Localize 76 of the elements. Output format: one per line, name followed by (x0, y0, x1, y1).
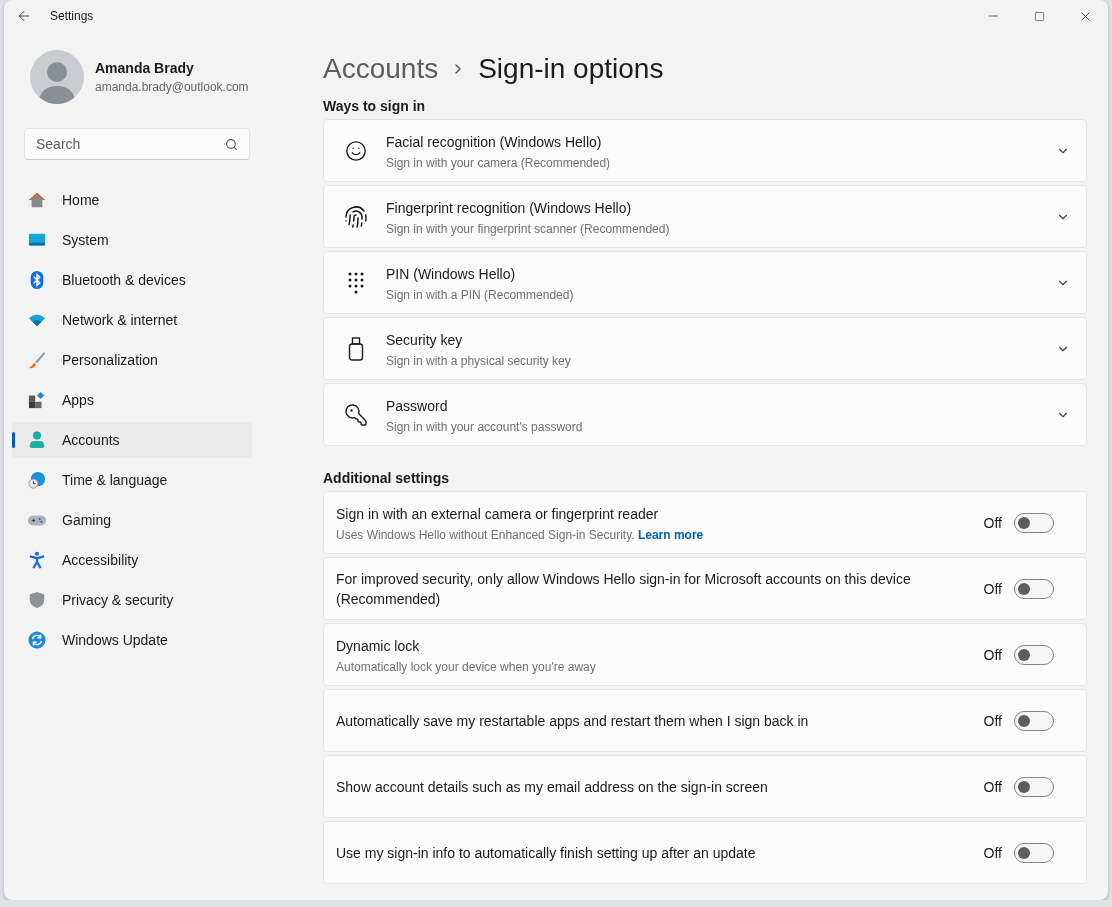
avatar (30, 50, 84, 104)
sign-in-option[interactable]: Facial recognition (Windows Hello) Sign in with your camera (Recommended) (323, 119, 1087, 182)
back-button[interactable] (16, 8, 32, 24)
globe-clock-icon (28, 471, 46, 489)
sign-in-option[interactable]: Password Sign in with your account's password (323, 383, 1087, 446)
smiley-icon (345, 139, 367, 162)
setting-title: Automatically save my restartable apps and restart them when I sign back in (336, 711, 810, 731)
toggle-state-label: Off (983, 778, 1002, 795)
sign-in-option[interactable]: PIN (Windows Hello) Sign in with a PIN (Recommended) (323, 251, 1087, 314)
setting-title: Use my sign-in info to automatically finish setting up after an update (336, 843, 757, 863)
sidebar-item[interactable]: Accessibility (12, 542, 252, 578)
toggle-switch[interactable] (1014, 710, 1054, 731)
setting-description: Automatically lock your device when you're away (336, 659, 597, 674)
option-title: Facial recognition (Windows Hello) (386, 132, 603, 152)
refresh-icon (28, 631, 46, 649)
setting-title: For improved security, only allow Windows Hello sign-in for Microsoft accounts on this device (Recommended) (336, 569, 912, 609)
option-description: Sign in with your fingerprint scanner (Recommended) (386, 221, 671, 236)
option-title: Security key (386, 330, 464, 350)
option-title: Password (386, 396, 449, 416)
breadcrumb-link[interactable]: Accounts (323, 53, 439, 85)
section-heading: Additional settings (323, 470, 450, 486)
section-heading: Ways to sign in (323, 98, 427, 114)
option-description: Sign in with your account's password (386, 419, 584, 434)
sidebar-item[interactable]: Personalization (12, 342, 252, 378)
learn-more-link[interactable]: Learn more (637, 527, 704, 542)
search-field[interactable]: Search (24, 128, 250, 160)
page-title: Sign-in options (478, 53, 664, 85)
sidebar-item[interactable]: Network & internet (12, 302, 252, 338)
window-title: Settings (50, 9, 95, 23)
accessibility-icon (28, 551, 46, 569)
toggle-state-label: Off (983, 712, 1002, 729)
sidebar-item[interactable]: Windows Update (12, 622, 252, 658)
toggle-switch[interactable] (1014, 644, 1054, 665)
sign-in-option[interactable]: Security key Sign in with a physical security key (323, 317, 1087, 380)
profile-email: amanda.brady@outlook.com (95, 80, 249, 94)
sidebar-item[interactable]: Privacy & security (12, 582, 252, 618)
search-icon (225, 138, 238, 151)
fingerprint-icon (344, 204, 368, 229)
sidebar-item[interactable]: Accounts (12, 422, 252, 458)
bluetooth-icon (28, 271, 46, 289)
selection-indicator (12, 432, 15, 448)
profile-name: Amanda Brady (95, 60, 195, 76)
setting-title: Sign in with an external camera or fingerprint reader (336, 504, 660, 524)
key-icon (344, 402, 368, 427)
toggle-switch[interactable] (1014, 512, 1054, 533)
home-icon (28, 191, 46, 209)
option-title: PIN (Windows Hello) (386, 264, 517, 284)
shield-icon (28, 591, 46, 609)
toggle-switch[interactable] (1014, 578, 1054, 599)
toggle-state-label: Off (983, 580, 1002, 597)
option-title: Fingerprint recognition (Windows Hello) (386, 198, 633, 218)
toggle-switch[interactable] (1014, 842, 1054, 863)
sidebar-item[interactable]: Gaming (12, 502, 252, 538)
setting-title: Show account details such as my email address on the sign-in screen (336, 777, 769, 797)
keypad-icon (348, 271, 364, 294)
option-description: Sign in with your camera (Recommended) (386, 155, 612, 170)
person-icon (28, 431, 46, 449)
sidebar-item[interactable]: System (12, 222, 252, 258)
back-arrow-icon (16, 8, 32, 24)
toggle-state-label: Off (983, 646, 1002, 663)
toggle-state-label: Off (983, 514, 1002, 531)
sidebar-item[interactable]: Bluetooth & devices (12, 262, 252, 298)
sign-in-option[interactable]: Fingerprint recognition (Windows Hello) Sign in with your fingerprint scanner (Recommended) (323, 185, 1087, 248)
sidebar-item[interactable]: Time & language (12, 462, 252, 498)
usb-key-icon (348, 336, 364, 361)
sidebar-item[interactable]: Home (12, 182, 252, 218)
paintbrush-icon (28, 351, 46, 369)
sidebar-item[interactable]: Apps (12, 382, 252, 418)
toggle-switch[interactable] (1014, 776, 1054, 797)
option-description: Sign in with a physical security key (386, 353, 572, 368)
apps-icon (28, 391, 46, 409)
toggle-state-label: Off (983, 844, 1002, 861)
setting-description: Uses Windows Hello without Enhanced Sign-in Security. Learn more (336, 527, 705, 542)
maximize-icon (1033, 10, 1045, 22)
setting-title: Dynamic lock (336, 636, 421, 656)
option-description: Sign in with a PIN (Recommended) (386, 287, 575, 302)
